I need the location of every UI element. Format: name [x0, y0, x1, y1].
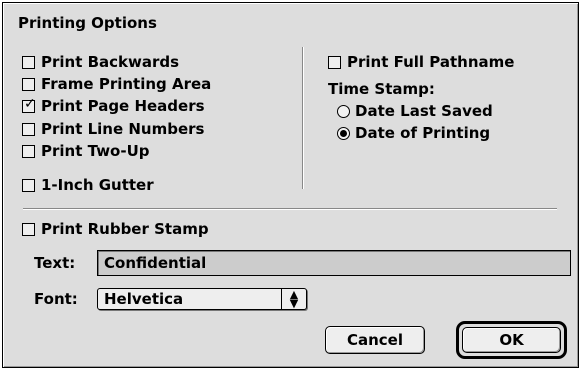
ok-button[interactable]: OK: [462, 327, 561, 353]
frame-printing-area-label: Frame Printing Area: [41, 75, 212, 93]
up-down-arrows-icon: ▲ ▼: [281, 289, 306, 309]
print-full-pathname-checkbox[interactable]: [328, 55, 341, 69]
printing-options-dialog: Printing Options Print Backwards Frame P…: [2, 2, 579, 368]
dialog-title: Printing Options: [18, 14, 157, 32]
stamp-text-input[interactable]: Confidential: [97, 250, 571, 276]
print-backwards-label: Print Backwards: [41, 53, 180, 71]
cancel-button[interactable]: Cancel: [325, 326, 425, 354]
print-rubber-stamp-option[interactable]: Print Rubber Stamp: [22, 218, 209, 240]
date-of-printing-label: Date of Printing: [355, 124, 491, 142]
print-rubber-stamp-checkbox[interactable]: [22, 222, 35, 236]
print-backwards-option[interactable]: Print Backwards: [22, 51, 179, 73]
date-last-saved-option[interactable]: Date Last Saved: [337, 100, 493, 122]
print-line-numbers-checkbox[interactable]: [22, 122, 35, 136]
print-two-up-checkbox[interactable]: [22, 144, 35, 158]
date-last-saved-label: Date Last Saved: [355, 102, 493, 120]
frame-printing-area-checkbox[interactable]: [22, 77, 35, 91]
print-rubber-stamp-label: Print Rubber Stamp: [41, 220, 209, 238]
print-two-up-label: Print Two-Up: [41, 142, 150, 160]
font-popup-menu[interactable]: Helvetica ▲ ▼: [97, 288, 307, 310]
horizontal-divider: [23, 208, 557, 209]
time-stamp-label: Time Stamp:: [328, 80, 435, 98]
checkmark-icon: ✓: [24, 95, 36, 112]
print-line-numbers-option[interactable]: Print Line Numbers: [22, 118, 204, 140]
font-popup-value: Helvetica: [104, 290, 184, 308]
text-field-label: Text:: [34, 254, 76, 272]
print-full-pathname-option[interactable]: Print Full Pathname: [328, 51, 514, 73]
print-page-headers-label: Print Page Headers: [41, 97, 205, 115]
print-full-pathname-label: Print Full Pathname: [347, 53, 515, 71]
ok-button-default-ring: OK: [456, 321, 567, 359]
print-two-up-option[interactable]: Print Two-Up: [22, 140, 150, 162]
font-label: Font:: [34, 290, 78, 308]
print-backwards-checkbox[interactable]: [22, 55, 35, 69]
print-page-headers-option[interactable]: ✓ Print Page Headers: [22, 95, 205, 117]
vertical-divider: [302, 47, 303, 189]
radio-selected-dot: [340, 129, 347, 137]
frame-printing-area-option[interactable]: Frame Printing Area: [22, 73, 211, 95]
print-line-numbers-label: Print Line Numbers: [41, 120, 205, 138]
one-inch-gutter-checkbox[interactable]: [22, 178, 35, 192]
one-inch-gutter-label: 1-Inch Gutter: [41, 176, 154, 194]
date-of-printing-option[interactable]: Date of Printing: [337, 122, 490, 144]
print-page-headers-checkbox[interactable]: ✓: [22, 95, 36, 113]
one-inch-gutter-option[interactable]: 1-Inch Gutter: [22, 174, 154, 196]
date-last-saved-radio[interactable]: [337, 104, 350, 118]
date-of-printing-radio[interactable]: [337, 126, 350, 140]
